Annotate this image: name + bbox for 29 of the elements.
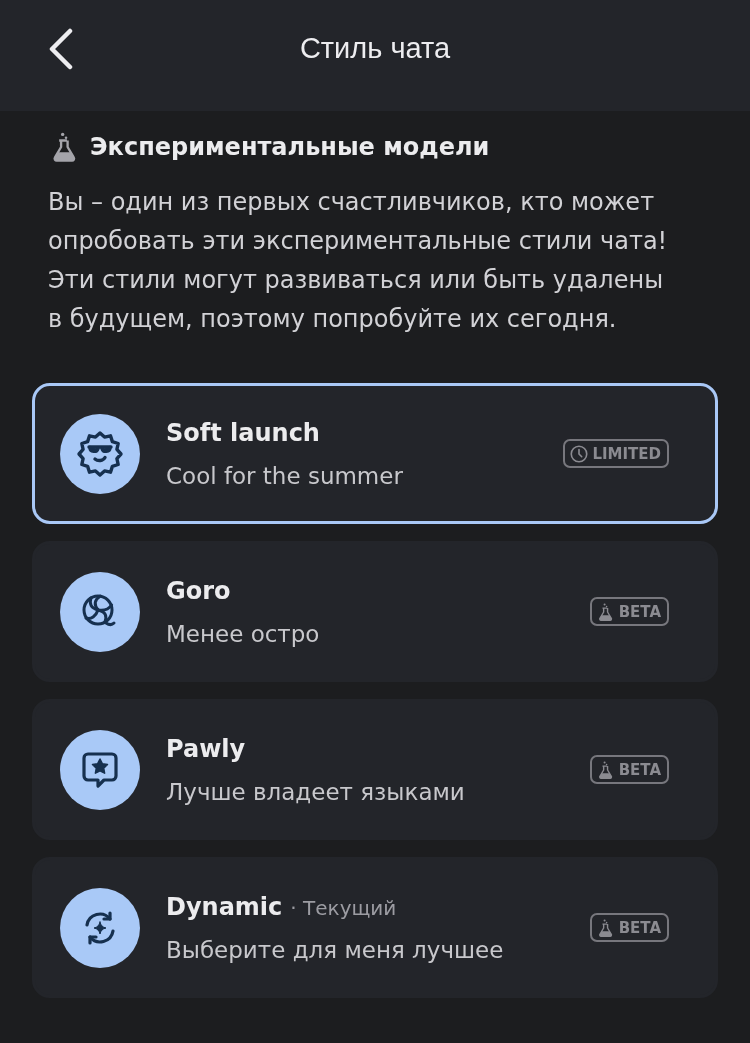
- badge-label: BETA: [618, 602, 661, 621]
- style-name: Soft launch: [166, 418, 320, 447]
- section-description: Вы – один из первых счастливчиков, кто может опробовать эти экспериментальные стили чата! Эти стили могут развиваться или быть удалены в будущем, поэтому попробуйте их сегодня.: [48, 187, 669, 335]
- badge-label: BETA: [618, 760, 661, 779]
- chat-style-card[interactable]: Dynamic · Текущий Выберите для меня лучшее BETA: [32, 857, 718, 998]
- chat-style-card[interactable]: Pawly Лучше владеет языками BETA: [32, 699, 718, 840]
- sun-with-sunglasses-icon: [60, 413, 140, 494]
- style-description: Cool for the summer: [166, 462, 404, 489]
- style-name: Pawly: [166, 734, 246, 763]
- back-chevron-icon: [48, 27, 74, 70]
- screen-title: Стиль чата: [299, 32, 451, 65]
- current-label: · Текущий: [290, 895, 397, 920]
- ball-icon: [60, 571, 140, 652]
- flask-icon: [596, 918, 615, 937]
- style-name: Goro: [166, 576, 231, 605]
- badge-label: LIMITED: [592, 444, 661, 463]
- style-description: Лучше владеет языками: [166, 778, 466, 805]
- section-title: Экспериментальные модели: [90, 133, 490, 161]
- style-name: Dynamic: [166, 892, 283, 921]
- chat-style-card[interactable]: Goro Менее остро BETA: [32, 541, 718, 682]
- flask-icon: [596, 602, 615, 621]
- badge-label: BETA: [618, 918, 661, 937]
- clock-icon: [570, 444, 589, 463]
- refresh-sparkle-icon: [60, 887, 140, 968]
- chat-style-card[interactable]: Soft launch Cool for the summer LIMITED: [32, 383, 718, 524]
- flask-icon: [596, 760, 615, 779]
- flask-icon: [52, 132, 78, 162]
- style-description: Менее остро: [166, 620, 321, 647]
- style-description: Выберите для меня лучшее: [166, 936, 505, 963]
